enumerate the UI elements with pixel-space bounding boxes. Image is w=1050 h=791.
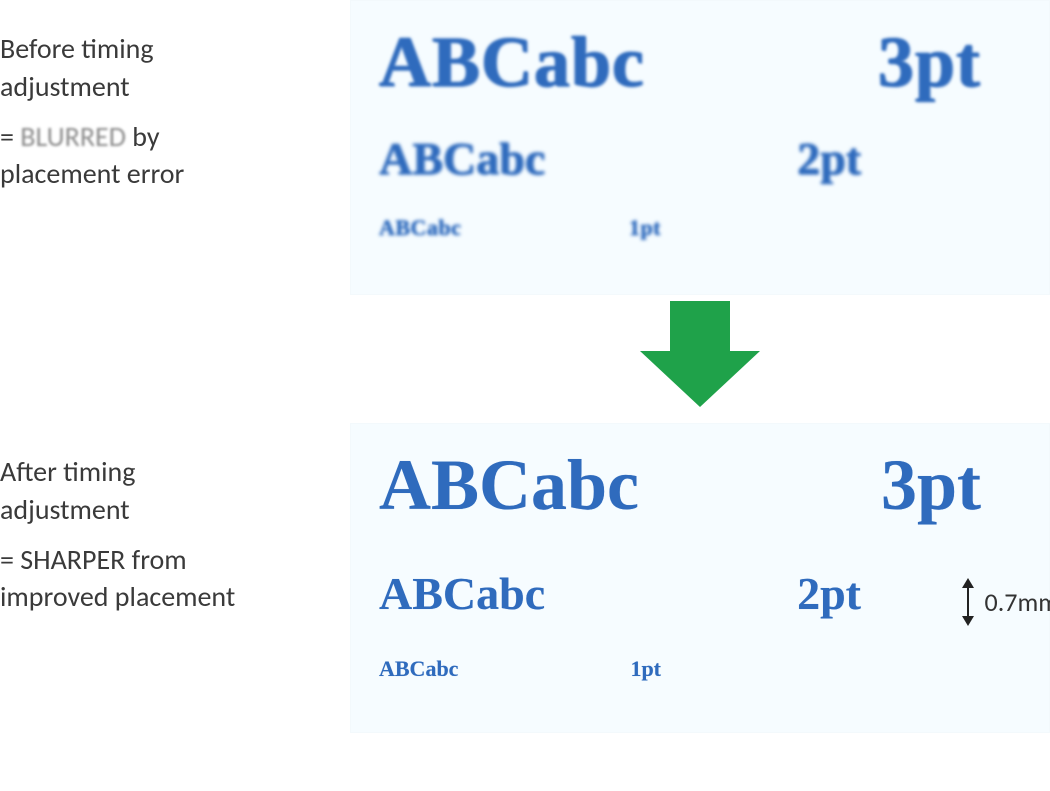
height-measurement: 0.7mm bbox=[959, 578, 1050, 626]
blurred-word: BLURRED bbox=[20, 119, 126, 154]
before-caption: Before timing adjustment = BLURRED by pl… bbox=[0, 0, 350, 193]
after-sample-panel: ABCabc 3pt ABCabc 2pt ABCabc 1pt bbox=[350, 423, 1050, 733]
before-caption-line1: Before timing bbox=[0, 30, 350, 68]
measurement-label: 0.7mm bbox=[985, 586, 1050, 618]
after-caption-line2: adjustment bbox=[0, 491, 350, 529]
after-result-line2: improved placement bbox=[0, 578, 350, 616]
before-sample-line-2pt: ABCabc 2pt bbox=[379, 132, 1021, 185]
before-sample-line-1pt: ABCabc 1pt bbox=[379, 215, 1021, 241]
after-sample-line-1pt: ABCabc 1pt bbox=[379, 656, 1021, 682]
after-caption: After timing adjustment = SHARPER from i… bbox=[0, 423, 350, 616]
before-sample-panel: ABCabc 3pt ABCabc 2pt ABCabc 1pt bbox=[350, 0, 1050, 295]
after-result-line1: = SHARPER from bbox=[0, 541, 350, 579]
after-sample-line-2pt: ABCabc 2pt bbox=[379, 567, 1021, 620]
before-result-line2: placement error bbox=[0, 155, 350, 193]
after-caption-line1: After timing bbox=[0, 453, 350, 491]
sharper-word: SHARPER bbox=[20, 542, 125, 577]
before-sample-line-3pt: ABCabc 3pt bbox=[379, 21, 1021, 104]
before-caption-line2: adjustment bbox=[0, 68, 350, 106]
before-result-line1: = BLURRED by bbox=[0, 118, 350, 156]
after-sample-line-3pt: ABCabc 3pt bbox=[379, 444, 1021, 527]
double-headed-arrow-icon bbox=[959, 578, 977, 626]
down-arrow-icon bbox=[640, 301, 760, 409]
